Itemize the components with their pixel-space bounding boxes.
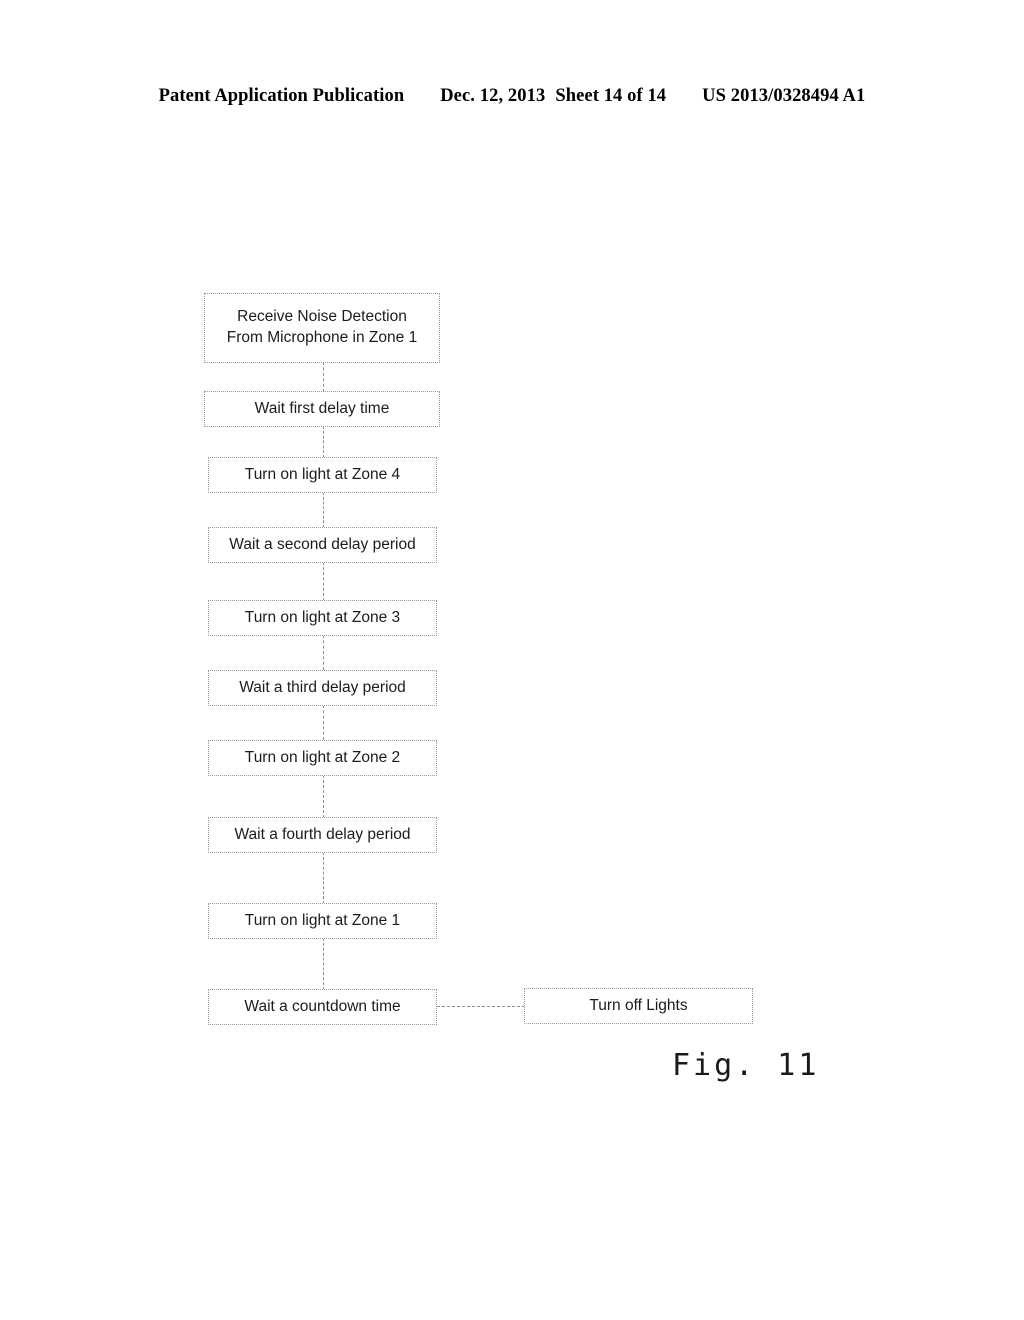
node-wait-second-delay-period[interactable]: Wait a second delay period — [208, 527, 437, 563]
connector-wait-second-to-zone3 — [323, 562, 324, 601]
connector-wait-first-to-zone4 — [323, 426, 324, 458]
node-label: Turn on light at Zone 4 — [244, 465, 401, 483]
flowchart-diagram: Receive Noise Detection From Microphone … — [0, 0, 1024, 1320]
connector-zone2-to-wait-fourth — [323, 775, 324, 818]
node-label: Wait a countdown time — [244, 997, 401, 1015]
connector-wait-fourth-to-zone1 — [323, 852, 324, 904]
connector-countdown-to-turn-off — [437, 1006, 525, 1007]
node-turn-on-light-zone-2[interactable]: Turn on light at Zone 2 — [208, 740, 437, 776]
figure-caption: Fig. 11 — [672, 1048, 820, 1083]
node-label: Turn on light at Zone 2 — [244, 748, 401, 766]
connector-zone3-to-wait-third — [323, 635, 324, 670]
node-label: Wait a second delay period — [229, 535, 416, 553]
node-wait-fourth-delay-period[interactable]: Wait a fourth delay period — [208, 817, 437, 853]
node-wait-third-delay-period[interactable]: Wait a third delay period — [208, 670, 437, 706]
node-turn-off-lights[interactable]: Turn off Lights — [524, 988, 753, 1024]
node-turn-on-light-zone-1[interactable]: Turn on light at Zone 1 — [208, 903, 437, 939]
node-label: Turn on light at Zone 3 — [244, 608, 401, 626]
node-label: Turn on light at Zone 1 — [244, 911, 401, 929]
connector-zone1-to-wait-countdown — [323, 938, 324, 990]
node-receive-noise-detection[interactable]: Receive Noise Detection From Microphone … — [204, 293, 440, 363]
node-label: Wait first delay time — [254, 399, 390, 417]
connector-zone4-to-wait-second — [323, 492, 324, 528]
node-label: Receive Noise Detection From Microphone … — [226, 308, 418, 346]
node-turn-on-light-zone-3[interactable]: Turn on light at Zone 3 — [208, 600, 437, 636]
connector-receive-to-wait-first — [323, 362, 324, 392]
node-label: Wait a fourth delay period — [234, 825, 411, 843]
node-wait-first-delay-time[interactable]: Wait first delay time — [204, 391, 440, 427]
node-turn-on-light-zone-4[interactable]: Turn on light at Zone 4 — [208, 457, 437, 493]
node-label: Turn off Lights — [589, 996, 688, 1014]
node-wait-countdown-time[interactable]: Wait a countdown time — [208, 989, 437, 1025]
node-label: Wait a third delay period — [239, 678, 406, 696]
connector-wait-third-to-zone2 — [323, 705, 324, 740]
